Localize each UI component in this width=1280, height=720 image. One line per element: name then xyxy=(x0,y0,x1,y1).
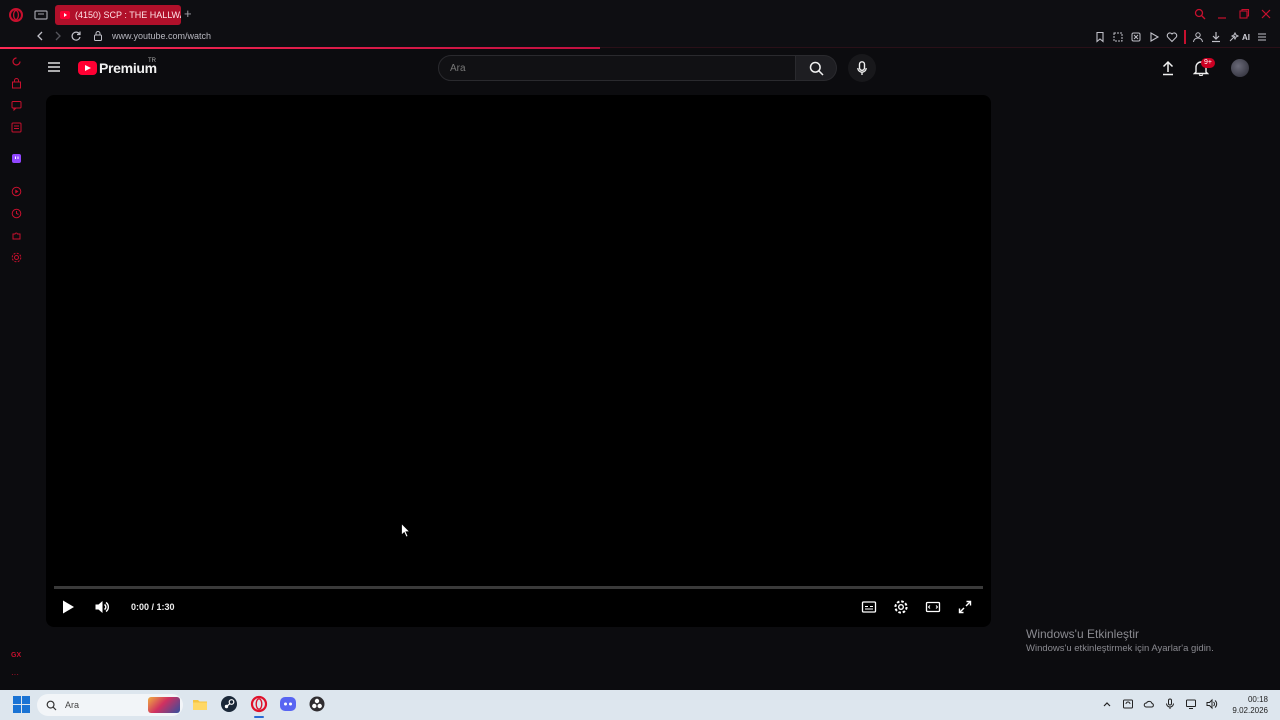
sidebar-more-button[interactable]: ··· xyxy=(11,670,19,679)
window-controls xyxy=(1194,8,1272,20)
opera-sidebar: GX ··· xyxy=(0,48,32,690)
youtube-logo-icon xyxy=(78,61,97,75)
profile-icon[interactable] xyxy=(1192,31,1204,43)
video-time: 0:00 / 1:30 xyxy=(131,602,175,612)
search-highlight-image xyxy=(148,697,180,713)
address-bar: www.youtube.com/watch AI xyxy=(0,28,1280,46)
taskbar-clock[interactable]: 00:18 9.02.2026 xyxy=(1232,694,1268,716)
reload-icon[interactable] xyxy=(70,30,82,42)
search-tabs-icon[interactable] xyxy=(1194,8,1206,20)
region-code: TR xyxy=(148,58,156,64)
upload-icon[interactable] xyxy=(1160,60,1176,76)
easy-setup-icon[interactable] xyxy=(1256,31,1268,43)
video-player[interactable]: 0:00 / 1:30 xyxy=(46,95,991,627)
heart-icon[interactable] xyxy=(1166,31,1178,43)
sidebar-extensions-icon[interactable] xyxy=(11,230,22,241)
clock-date: 9.02.2026 xyxy=(1232,706,1268,715)
sidebar-player-icon[interactable] xyxy=(11,186,22,197)
hamburger-menu-icon[interactable] xyxy=(47,61,61,73)
new-tab-button[interactable]: + xyxy=(184,7,192,21)
tab-title: (4150) SCP : THE HALLWA xyxy=(75,10,181,20)
search-icon xyxy=(46,700,57,711)
chevron-up-icon[interactable] xyxy=(1101,698,1113,710)
download-icon[interactable] xyxy=(1210,31,1222,43)
system-tray xyxy=(1101,698,1218,710)
sidebar-shop-icon[interactable] xyxy=(11,78,22,89)
sidebar-history-icon[interactable] xyxy=(11,208,22,219)
mouse-cursor-icon xyxy=(401,523,411,538)
obs-studio-icon[interactable] xyxy=(308,695,326,713)
bookmark-page-icon[interactable] xyxy=(1094,31,1106,43)
sidebar-gx-control-icon[interactable] xyxy=(11,56,22,67)
opera-menu-icon[interactable] xyxy=(8,7,24,23)
youtube-premium-logo[interactable]: Premium xyxy=(78,60,157,76)
minimize-icon[interactable] xyxy=(1216,8,1228,20)
clock-time: 00:18 xyxy=(1247,695,1268,704)
search-icon xyxy=(809,61,824,76)
sync-icon[interactable] xyxy=(1122,698,1134,710)
speaker-icon[interactable] xyxy=(1206,698,1218,710)
forward-icon[interactable] xyxy=(52,30,64,42)
toolbar-divider xyxy=(1184,30,1186,44)
opera-gx-icon[interactable] xyxy=(250,695,268,713)
search-box xyxy=(438,55,796,81)
toolbar-right: AI xyxy=(1094,30,1268,44)
aria-ai-label[interactable]: AI xyxy=(1242,33,1250,42)
sidebar-news-icon[interactable] xyxy=(11,122,22,133)
tab-overview-icon[interactable] xyxy=(34,8,48,22)
url-field[interactable]: www.youtube.com/watch xyxy=(112,31,211,41)
tab-youtube[interactable]: (4150) SCP : THE HALLWA xyxy=(55,5,181,25)
activation-watermark-subtitle: Windows'u etkinleştirmek için Ayarlar'a … xyxy=(1026,643,1214,654)
ai-sparkle-icon[interactable] xyxy=(1228,31,1240,43)
file-explorer-icon[interactable] xyxy=(191,695,209,713)
video-progress-bar[interactable] xyxy=(54,586,983,589)
windows-start-icon[interactable] xyxy=(13,696,30,713)
taskbar-search[interactable]: Ara xyxy=(37,694,183,716)
account-avatar[interactable] xyxy=(1231,59,1249,77)
search-input[interactable] xyxy=(439,56,795,80)
volume-icon[interactable] xyxy=(94,599,110,615)
active-app-indicator xyxy=(254,716,264,718)
subtitles-icon[interactable] xyxy=(861,599,877,615)
sidebar-twitch-icon[interactable] xyxy=(11,153,22,164)
close-icon[interactable] xyxy=(1260,8,1272,20)
snapshot-icon[interactable] xyxy=(1112,31,1124,43)
back-icon[interactable] xyxy=(34,30,46,42)
play-icon[interactable] xyxy=(60,599,76,615)
lock-icon[interactable] xyxy=(94,31,102,41)
youtube-favicon-icon xyxy=(60,11,70,19)
shield-icon[interactable] xyxy=(1130,31,1142,43)
sidebar-settings-icon[interactable] xyxy=(11,252,22,263)
browser-top-bar: (4150) SCP : THE HALLWA + www.youtube.co… xyxy=(0,0,1280,48)
microphone-tray-icon[interactable] xyxy=(1164,698,1176,710)
steam-icon[interactable] xyxy=(220,695,238,713)
sidebar-messenger-icon[interactable] xyxy=(11,100,22,111)
notification-badge: 9+ xyxy=(1201,58,1215,68)
theater-mode-icon[interactable] xyxy=(925,599,941,615)
player-icon[interactable] xyxy=(1148,31,1160,43)
restore-icon[interactable] xyxy=(1238,8,1250,20)
cloud-icon[interactable] xyxy=(1143,698,1155,710)
fullscreen-icon[interactable] xyxy=(957,599,973,615)
taskbar-search-label: Ara xyxy=(65,700,80,710)
activation-watermark-title: Windows'u Etkinleştir xyxy=(1026,627,1139,641)
network-icon[interactable] xyxy=(1185,698,1197,710)
settings-gear-icon[interactable] xyxy=(893,599,909,615)
sidebar-gx-label[interactable]: GX xyxy=(11,652,21,659)
windows-taskbar: Ara 00:18 9.02.2026 xyxy=(0,690,1280,720)
search-button[interactable] xyxy=(796,55,837,81)
voice-search-button[interactable] xyxy=(848,54,876,82)
discord-icon[interactable] xyxy=(279,695,297,713)
page-load-track xyxy=(600,47,1280,48)
page-load-progress xyxy=(0,47,600,49)
microphone-icon xyxy=(857,60,867,76)
